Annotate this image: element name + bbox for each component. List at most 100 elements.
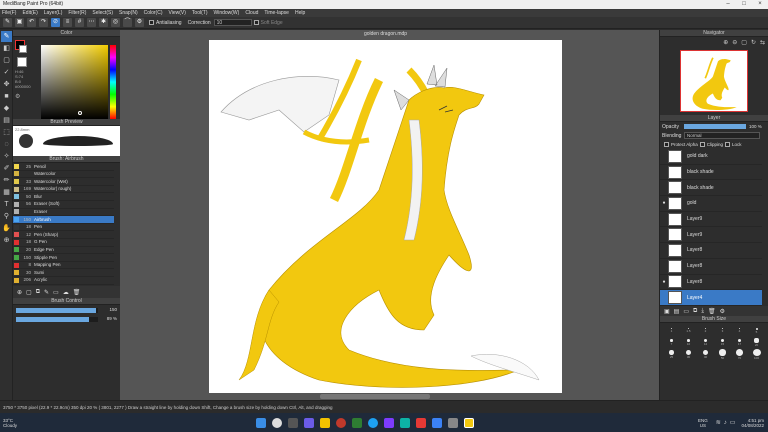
settings-icon[interactable] xyxy=(448,417,458,428)
lasso-tool-icon[interactable]: ◌ xyxy=(1,139,12,150)
soft-edge-checkbox[interactable] xyxy=(253,20,259,25)
minimize-button[interactable]: – xyxy=(720,0,736,9)
brush-size-option[interactable]: 1 xyxy=(663,325,680,336)
antialiasing-checkbox[interactable] xyxy=(149,20,154,25)
brush-size-option[interactable]: 40 xyxy=(697,349,714,360)
menu-item[interactable]: Snap(N) xyxy=(119,10,138,16)
layer-settings-icon[interactable]: ⚙ xyxy=(720,308,725,315)
brush-opacity-slider[interactable] xyxy=(16,317,98,322)
language-indicator[interactable]: ENG US xyxy=(698,418,708,428)
layer-row[interactable]: ● Layer8 xyxy=(660,275,762,291)
menu-item[interactable]: Tool(T) xyxy=(192,10,208,16)
menu-item[interactable]: Help xyxy=(295,10,305,16)
brush-size-option[interactable]: 17 xyxy=(731,337,748,348)
brush-size-option[interactable]: 70 xyxy=(731,349,748,360)
snap-parallel-button[interactable]: ≡ xyxy=(63,18,72,27)
blending-select[interactable]: Normal xyxy=(684,132,760,139)
magic-wand-tool-icon[interactable]: ✧ xyxy=(1,151,12,162)
brush-size-option[interactable]: 20 xyxy=(748,337,765,348)
add-brush-icon[interactable]: ⊕ xyxy=(17,289,22,296)
brush-size-option[interactable]: 100 xyxy=(748,349,765,360)
edge-icon[interactable] xyxy=(368,417,378,428)
layer-opacity-slider[interactable] xyxy=(684,124,746,129)
canvas-area[interactable]: golden dragon.mdp xyxy=(120,30,659,400)
maximize-button[interactable]: □ xyxy=(736,0,752,9)
cloud-brush-icon[interactable]: ☁ xyxy=(63,289,69,296)
merge-layer-icon[interactable]: ⤓ xyxy=(701,308,704,315)
brush-list-item[interactable]: 56 Eraser (Soft) xyxy=(13,201,114,209)
layer-row[interactable]: ● gold xyxy=(660,196,762,212)
battery-icon[interactable]: ▭ xyxy=(730,419,736,426)
navigator-preview[interactable] xyxy=(660,47,768,115)
menu-item[interactable]: Cloud xyxy=(245,10,258,16)
duplicate-layer-icon[interactable]: ⧉ xyxy=(693,308,697,315)
delete-brush-icon[interactable]: 🗑 xyxy=(73,289,81,296)
layer-visibility-icon[interactable]: ● xyxy=(660,279,668,285)
eyedropper-tool-icon[interactable]: ⚲ xyxy=(1,211,12,222)
copy-brush-icon[interactable]: ⧉ xyxy=(36,289,40,296)
delete-layer-icon[interactable]: 🗑 xyxy=(708,308,716,315)
lock-checkbox[interactable] xyxy=(725,142,731,147)
task-view-icon[interactable] xyxy=(288,417,298,428)
color-settings-icon[interactable]: ⚙ xyxy=(15,93,20,100)
layer-visibility-icon[interactable]: ● xyxy=(660,200,668,206)
brush-size-option[interactable]: 1.5 xyxy=(680,325,697,336)
whatsapp-icon[interactable] xyxy=(400,417,410,428)
background-color-swatch[interactable] xyxy=(19,45,27,53)
discord-icon[interactable] xyxy=(384,417,394,428)
save-button[interactable]: ▣ xyxy=(15,18,24,27)
shape-tool-icon[interactable]: ■ xyxy=(1,91,12,102)
bucket-tool-icon[interactable]: ◆ xyxy=(1,103,12,114)
brush-size-option[interactable]: 7 xyxy=(663,337,680,348)
hue-slider[interactable] xyxy=(110,45,116,119)
brush-list-item[interactable]: 25 Pencil xyxy=(13,163,114,171)
snap-curve-button[interactable]: ⌒ xyxy=(123,18,132,27)
snap-cross-button[interactable]: # xyxy=(75,18,84,27)
layer-row[interactable]: Layer4 xyxy=(660,290,762,306)
canvas[interactable] xyxy=(209,40,562,393)
transparent-color-swatch[interactable] xyxy=(17,57,27,67)
text-tool-icon[interactable]: T xyxy=(1,199,12,210)
edit-brush-icon[interactable]: ✎ xyxy=(44,289,49,296)
snap-circle-button[interactable]: ◎ xyxy=(111,18,120,27)
protect-alpha-checkbox[interactable] xyxy=(664,142,669,147)
document-tab[interactable]: golden dragon.mdp xyxy=(209,31,562,37)
layer-row[interactable]: black shade xyxy=(660,180,762,197)
snap-radial-button[interactable]: ✱ xyxy=(99,18,108,27)
add-halftone-layer-icon[interactable]: ▤ xyxy=(674,308,680,315)
brush-size-option[interactable]: 30 xyxy=(680,349,697,360)
zoom-tool-icon[interactable]: ⊕ xyxy=(1,235,12,246)
dot-tool-icon[interactable]: ▢ xyxy=(1,55,12,66)
close-button[interactable]: × xyxy=(752,0,768,9)
brush-size-option[interactable]: 25 xyxy=(663,349,680,360)
hand-tool-icon[interactable]: ✋ xyxy=(1,223,12,234)
opera-icon[interactable] xyxy=(336,417,346,428)
search-icon[interactable] xyxy=(272,417,282,428)
brush-size-value[interactable]: 150 xyxy=(101,307,117,314)
color-picker-cursor[interactable] xyxy=(78,111,82,115)
move-tool-icon[interactable]: ✓ xyxy=(1,67,12,78)
brush-size-option[interactable]: 4 xyxy=(731,325,748,336)
divide-tool-icon[interactable]: ▦ xyxy=(1,187,12,198)
menu-item[interactable]: Filter(R) xyxy=(68,10,86,16)
snap-settings-button[interactable]: ⚙ xyxy=(135,18,144,27)
correction-select[interactable]: 10 xyxy=(213,19,252,26)
teams-icon[interactable] xyxy=(304,417,314,428)
new-brush-icon[interactable]: ▢ xyxy=(26,289,32,296)
layer-row[interactable]: Layer9 xyxy=(660,212,762,228)
flip-icon[interactable]: ⇆ xyxy=(760,39,765,46)
redo-button[interactable]: ↷ xyxy=(39,18,48,27)
gradient-tool-icon[interactable]: ▤ xyxy=(1,115,12,126)
clipping-checkbox[interactable] xyxy=(699,142,705,147)
eraser-tool-icon[interactable]: ◧ xyxy=(1,43,12,54)
menu-item[interactable]: Window(W) xyxy=(213,10,239,16)
select-eraser-tool-icon[interactable]: ✏ xyxy=(1,175,12,186)
menu-item[interactable]: View(V) xyxy=(169,10,186,16)
layer-row[interactable]: black shade xyxy=(660,165,762,181)
brush-size-option[interactable]: 2 xyxy=(697,325,714,336)
layer-row[interactable]: Layer8 xyxy=(660,259,762,275)
brush-size-option[interactable]: 10 xyxy=(680,337,697,348)
add-folder-icon[interactable]: ▭ xyxy=(683,308,689,315)
zoom-in-icon[interactable]: ⊕ xyxy=(723,39,728,46)
layer-row[interactable]: Layer9 xyxy=(660,227,762,244)
